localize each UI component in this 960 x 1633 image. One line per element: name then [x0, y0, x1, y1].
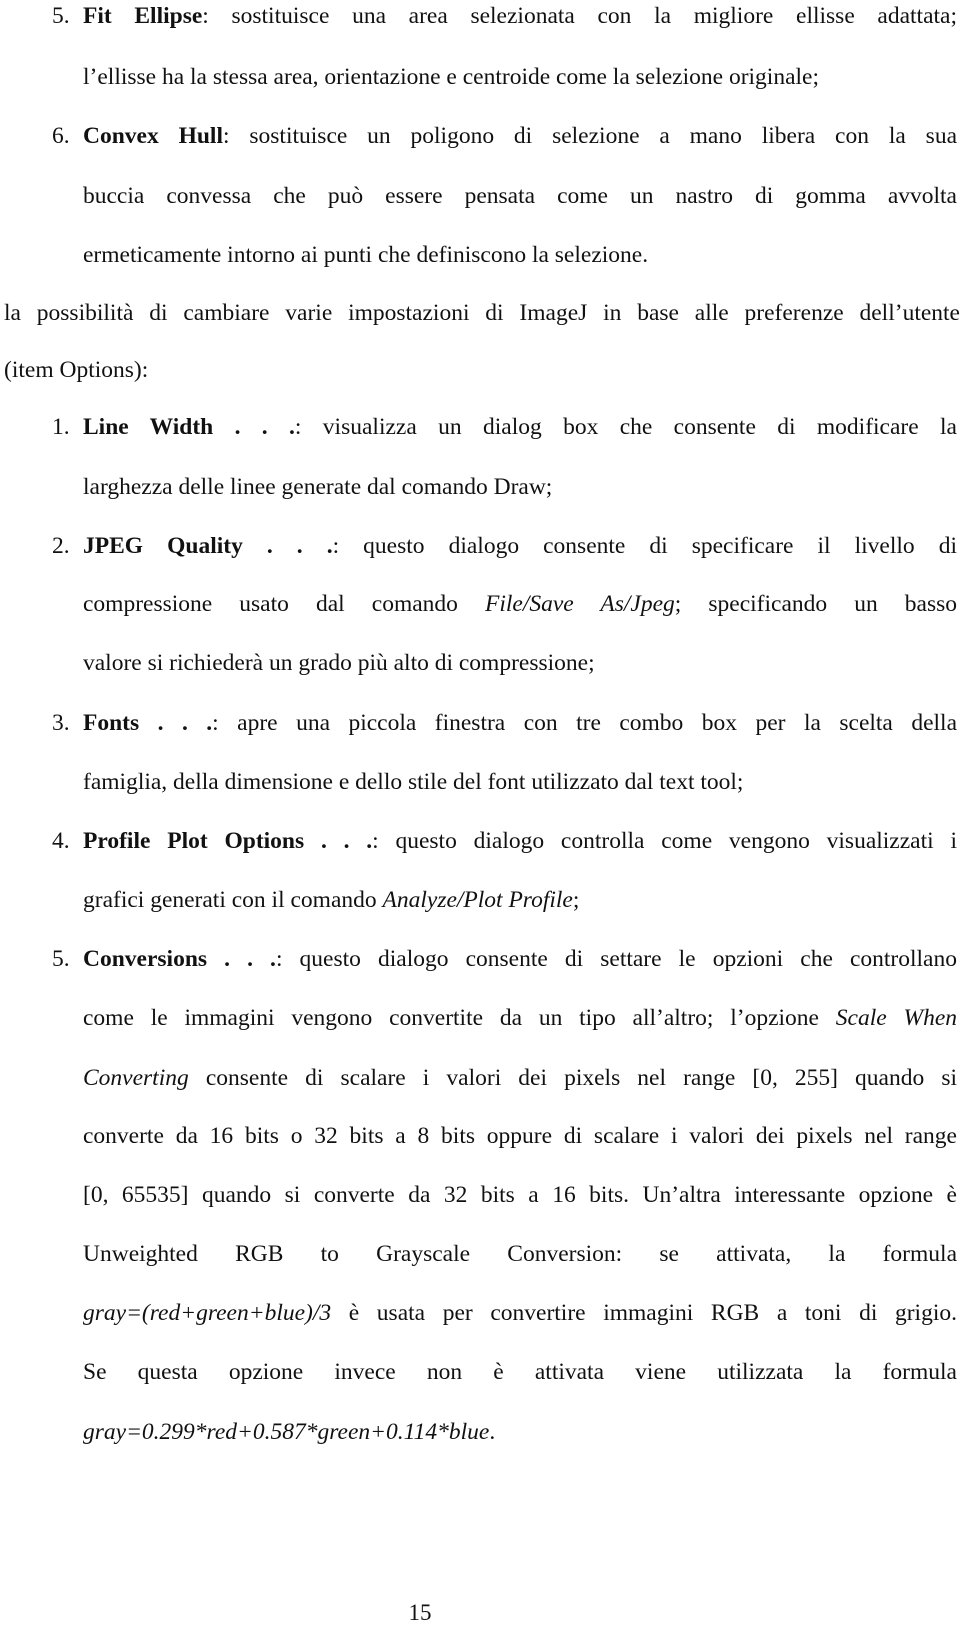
text-span: grafici generati con il comando: [83, 887, 383, 913]
term-title: Line Width . . .: [83, 414, 295, 440]
term-title: Fit Ellipse: [83, 3, 203, 29]
text-span: ; specificando un basso: [674, 591, 957, 617]
option-name: Converting: [83, 1065, 189, 1091]
text-span: consente di scalare i valori dei pixels …: [188, 1065, 957, 1091]
text-span: : questo dialogo consente di specificare…: [332, 533, 957, 559]
page-number: 15: [0, 1599, 960, 1627]
option-name: Scale When: [835, 1005, 958, 1031]
list-number: 1.: [52, 414, 70, 440]
menu-path: Analyze/Plot Profile: [382, 887, 573, 913]
text-line: grafici generati con il comando Analyze/…: [83, 886, 960, 914]
text-line: Unweighted RGB to Grayscale Conversion: …: [83, 1241, 957, 1267]
text-span: come le immagini vengono convertite da u…: [83, 1005, 836, 1031]
text-line: famiglia, della dimensione e dello stile…: [83, 769, 744, 795]
term-title: Convex Hull: [83, 123, 223, 149]
text-line: valore si richiederà un grado più alto d…: [83, 650, 595, 676]
text-line: larghezza delle linee generate dal coman…: [83, 474, 553, 500]
text-line: JPEG Quality . . .: questo dialogo conse…: [83, 532, 957, 560]
term-title: JPEG Quality . . .: [83, 533, 333, 559]
text-line: [0, 65535] quando si converte da 32 bits…: [83, 1182, 957, 1208]
text-span: : questo dialogo consente di settare le …: [275, 946, 957, 972]
text-line: buccia convessa che può essere pensata c…: [83, 183, 957, 209]
text-span: : questo dialogo controlla come vengono …: [372, 828, 957, 854]
text-line: la possibilità di cambiare varie imposta…: [4, 300, 960, 326]
text-line: converte da 16 bits o 32 bits a 8 bits o…: [83, 1123, 957, 1149]
formula: gray=(red+green+blue)/3: [83, 1300, 332, 1326]
text-span: è usata per convertire immagini RGB a to…: [331, 1300, 957, 1326]
text-line: l’ellisse ha la stessa area, orientazion…: [83, 64, 819, 90]
text-span: : sostituisce una area selezionata con l…: [202, 3, 957, 29]
text-line: Converting consente di scalare i valori …: [83, 1064, 957, 1092]
list-number: 2.: [52, 533, 70, 559]
formula: gray=0.299*red+0.587*green+0.114*blue: [83, 1419, 490, 1445]
text-line: compressione usato dal comando File/Save…: [83, 590, 957, 618]
text-line: Profile Plot Options . . .: questo dialo…: [83, 827, 957, 855]
text-line: gray=0.299*red+0.587*green+0.114*blue.: [83, 1418, 960, 1446]
text-line: Fit Ellipse: sostituisce una area selezi…: [83, 2, 957, 30]
text-line: (item Options):: [4, 357, 149, 383]
text-line: gray=(red+green+blue)/3 è usata per conv…: [83, 1299, 957, 1327]
text-line: Convex Hull: sostituisce un poligono di …: [83, 122, 957, 150]
text-line: ermeticamente intorno ai punti che defin…: [83, 242, 649, 268]
term-title: Profile Plot Options . . .: [83, 828, 373, 854]
text-span: : apre una piccola finestra con tre comb…: [212, 710, 957, 736]
menu-path: File/Save As/Jpeg: [484, 591, 675, 617]
list-number: 4.: [52, 828, 70, 854]
text-span: : sostituisce un poligono di selezione a…: [223, 123, 957, 149]
list-number: 3.: [52, 710, 70, 736]
term-title: Fonts . . .: [83, 710, 213, 736]
text-span: .: [489, 1419, 496, 1445]
list-number: 5.: [52, 946, 70, 972]
text-span: : visualizza un dialog box che consente …: [294, 414, 957, 440]
text-line: Fonts . . .: apre una piccola finestra c…: [83, 709, 957, 737]
text-line: come le immagini vengono convertite da u…: [83, 1004, 957, 1032]
text-line: Se questa opzione invece non è attivata …: [83, 1359, 957, 1385]
page-number-text: 15: [408, 1600, 432, 1625]
text-line: Line Width . . .: visualizza un dialog b…: [83, 413, 957, 441]
text-span: compressione usato dal comando: [83, 591, 485, 617]
list-number: 6.: [52, 123, 70, 149]
list-number: 5.: [52, 3, 70, 29]
text-line: Conversions . . .: questo dialogo consen…: [83, 945, 957, 973]
term-title: Conversions . . .: [83, 946, 276, 972]
text-span: ;: [572, 887, 580, 913]
